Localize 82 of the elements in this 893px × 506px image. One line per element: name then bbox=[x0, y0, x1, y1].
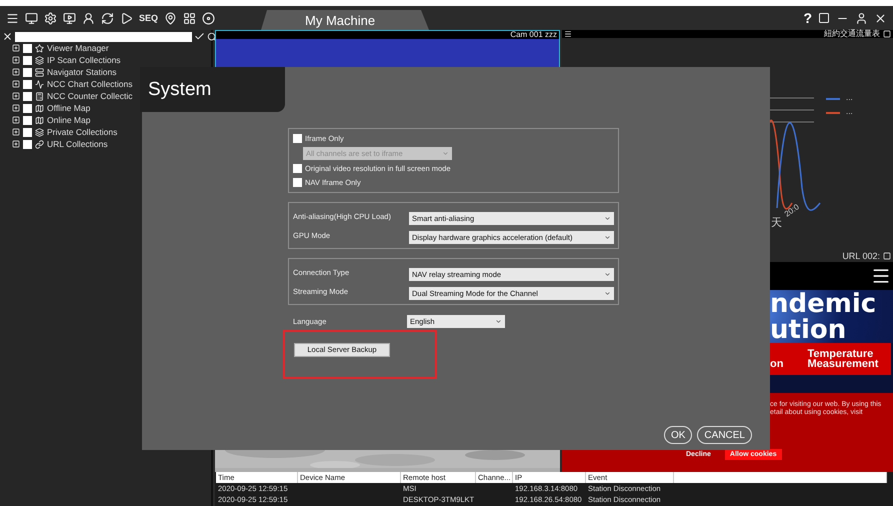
dialog-title: System bbox=[140, 67, 285, 112]
disc-icon[interactable] bbox=[202, 12, 216, 24]
headline: ndemic bbox=[770, 290, 878, 316]
checkbox[interactable] bbox=[23, 116, 32, 124]
help-button[interactable]: ? bbox=[803, 10, 812, 26]
expand-icon[interactable] bbox=[12, 128, 20, 136]
checkbox[interactable] bbox=[23, 80, 32, 88]
tree-item-label[interactable]: Navigator Stations bbox=[47, 67, 116, 77]
expand-icon[interactable] bbox=[12, 104, 20, 112]
chevron-down-icon bbox=[604, 290, 611, 297]
checkbox[interactable] bbox=[293, 178, 302, 187]
person-icon[interactable] bbox=[82, 12, 95, 24]
machine-tab[interactable]: My Machine bbox=[261, 10, 430, 30]
screen-play-icon[interactable] bbox=[63, 12, 76, 24]
expand-icon[interactable] bbox=[12, 80, 20, 88]
checkbox[interactable] bbox=[23, 128, 32, 136]
search-field[interactable] bbox=[15, 32, 192, 42]
expand-icon[interactable] bbox=[12, 44, 20, 52]
search-icon[interactable] bbox=[207, 32, 217, 42]
grid-icon[interactable] bbox=[183, 12, 196, 24]
checkbox[interactable] bbox=[293, 164, 302, 173]
axis-label: 20:0 bbox=[782, 202, 801, 219]
map-icon bbox=[35, 116, 44, 124]
tree-item-label[interactable]: Viewer Manager bbox=[47, 43, 109, 53]
panel-title: Cam 001 zzz bbox=[510, 31, 557, 39]
close-icon[interactable] bbox=[874, 12, 887, 24]
tree-item-label[interactable]: URL Collections bbox=[47, 139, 108, 149]
headline: ution bbox=[770, 316, 848, 342]
counter-icon bbox=[35, 92, 44, 100]
menu-icon[interactable] bbox=[564, 30, 572, 38]
close-icon[interactable] bbox=[2, 31, 13, 42]
checkbox[interactable] bbox=[23, 140, 32, 148]
user-icon[interactable] bbox=[855, 12, 868, 24]
checkbox[interactable] bbox=[23, 92, 32, 100]
map-pin-icon[interactable] bbox=[164, 12, 178, 24]
link-icon bbox=[35, 140, 44, 148]
checkbox[interactable] bbox=[293, 134, 302, 143]
cancel-button[interactable]: CANCEL bbox=[697, 426, 752, 444]
play-icon[interactable] bbox=[120, 12, 133, 24]
expand-icon[interactable] bbox=[12, 56, 20, 64]
expand-icon[interactable] bbox=[12, 140, 20, 148]
expand-icon[interactable] bbox=[12, 92, 20, 100]
chart-icon bbox=[35, 80, 44, 88]
axis-label: 天 bbox=[771, 216, 782, 230]
refresh-icon[interactable] bbox=[101, 12, 114, 24]
checkbox[interactable] bbox=[23, 44, 32, 52]
banner-text: Temperature Measurement bbox=[807, 349, 878, 369]
expand-icon[interactable] bbox=[12, 116, 20, 124]
legend-label: ... bbox=[846, 107, 853, 116]
chevron-down-icon bbox=[495, 318, 502, 325]
tree-item-label[interactable]: Online Map bbox=[47, 115, 90, 125]
menu-icon[interactable] bbox=[6, 12, 19, 24]
panel-title: URL 002: bbox=[842, 251, 880, 261]
check-icon[interactable] bbox=[194, 31, 205, 42]
chevron-down-icon bbox=[604, 215, 611, 222]
panel-title: 紐約交通流量表 bbox=[824, 30, 880, 38]
sequence-button[interactable]: SEQ bbox=[139, 13, 158, 23]
expand-icon[interactable] bbox=[12, 68, 20, 76]
settings-icon[interactable] bbox=[44, 12, 57, 24]
tree-item-label[interactable]: NCC Counter Collectic bbox=[47, 91, 132, 101]
tree-item-label[interactable]: IP Scan Collections bbox=[47, 55, 121, 65]
star-icon bbox=[35, 44, 44, 52]
ok-button[interactable]: OK bbox=[664, 426, 692, 444]
banner-text: on bbox=[770, 358, 784, 372]
checkbox[interactable] bbox=[23, 104, 32, 112]
chevron-down-icon bbox=[604, 271, 611, 278]
square-icon[interactable] bbox=[883, 30, 891, 38]
tree-item-label[interactable]: NCC Chart Collections bbox=[47, 79, 132, 89]
tree-item-label[interactable]: Offline Map bbox=[47, 103, 90, 113]
layers-icon bbox=[35, 128, 44, 136]
map-icon bbox=[35, 104, 44, 112]
square-icon[interactable] bbox=[883, 252, 891, 260]
layers-icon bbox=[35, 56, 44, 64]
monitor-icon[interactable] bbox=[25, 12, 38, 24]
tree-item-label[interactable]: Private Collections bbox=[47, 127, 118, 137]
chevron-down-icon bbox=[604, 234, 611, 241]
maximize-icon[interactable] bbox=[818, 12, 830, 24]
checkbox[interactable] bbox=[23, 56, 32, 64]
chevron-down-icon bbox=[442, 150, 449, 157]
legend-label: ... bbox=[846, 93, 853, 102]
stack-icon bbox=[35, 68, 44, 76]
checkbox[interactable] bbox=[23, 68, 32, 76]
